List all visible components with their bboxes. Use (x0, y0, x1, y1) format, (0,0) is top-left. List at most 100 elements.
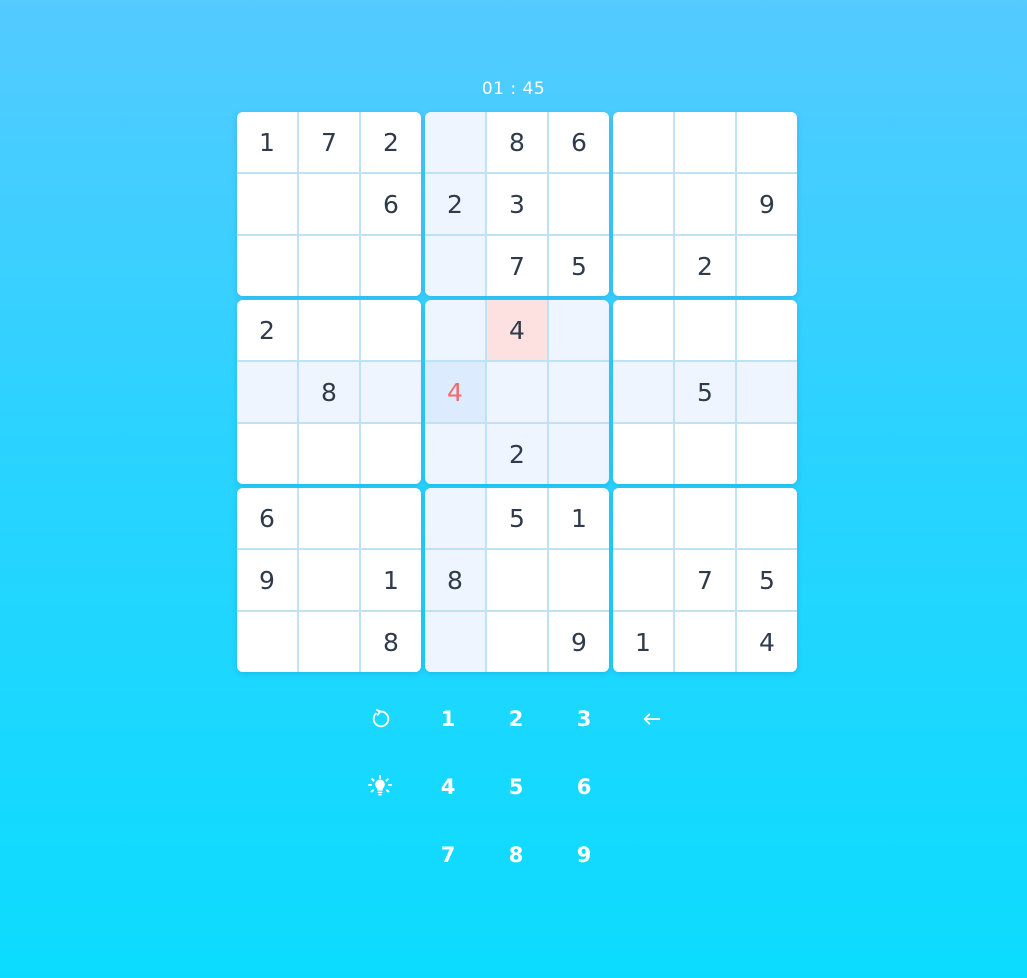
sudoku-cell[interactable]: 9 (737, 174, 797, 234)
sudoku-cell[interactable] (613, 300, 673, 360)
sudoku-cell[interactable] (613, 112, 673, 172)
digit-button-3[interactable]: 3 (559, 694, 609, 744)
sudoku-cell[interactable] (299, 488, 359, 548)
sudoku-cell[interactable]: 2 (675, 236, 735, 296)
sudoku-cell[interactable] (675, 612, 735, 672)
sudoku-cell[interactable] (425, 488, 485, 548)
digit-button-2[interactable]: 2 (491, 694, 541, 744)
sudoku-cell[interactable] (237, 174, 297, 234)
sudoku-cell[interactable]: 1 (613, 612, 673, 672)
sudoku-box: 1726 (237, 112, 421, 296)
sudoku-cell[interactable] (613, 174, 673, 234)
sudoku-cell[interactable] (487, 362, 547, 422)
sudoku-cell[interactable] (361, 236, 421, 296)
digit-button-1[interactable]: 1 (423, 694, 473, 744)
sudoku-cell[interactable] (487, 612, 547, 672)
undo-button[interactable] (355, 694, 405, 744)
sudoku-cell[interactable] (549, 174, 609, 234)
digit-button-4[interactable]: 4 (423, 762, 473, 812)
digit-button-9[interactable]: 9 (559, 830, 609, 880)
sudoku-cell[interactable] (299, 612, 359, 672)
sudoku-cell[interactable] (299, 424, 359, 484)
sudoku-cell[interactable]: 2 (361, 112, 421, 172)
sudoku-box: 51 8 9 (425, 488, 609, 672)
sudoku-cell[interactable] (549, 424, 609, 484)
sudoku-cell[interactable] (237, 362, 297, 422)
sudoku-cell[interactable]: 6 (361, 174, 421, 234)
lightbulb-icon (368, 775, 392, 796)
sudoku-cell[interactable]: 5 (487, 488, 547, 548)
sudoku-box: 28 (237, 300, 421, 484)
sudoku-cell[interactable] (549, 362, 609, 422)
sudoku-cell[interactable] (613, 362, 673, 422)
sudoku-cell[interactable] (425, 112, 485, 172)
sudoku-cell[interactable] (737, 424, 797, 484)
sudoku-cell[interactable] (487, 550, 547, 610)
undo-icon (372, 708, 390, 728)
sudoku-cell[interactable]: 5 (549, 236, 609, 296)
sudoku-cell[interactable] (361, 362, 421, 422)
sudoku-cell[interactable]: 2 (487, 424, 547, 484)
sudoku-cell[interactable]: 4 (487, 300, 547, 360)
erase-button[interactable] (627, 694, 677, 744)
sudoku-cell[interactable] (737, 112, 797, 172)
sudoku-cell[interactable] (613, 488, 673, 548)
sudoku-cell[interactable] (675, 300, 735, 360)
sudoku-cell[interactable]: 8 (299, 362, 359, 422)
sudoku-cell[interactable] (613, 424, 673, 484)
sudoku-cell[interactable]: 9 (549, 612, 609, 672)
backspace-arrow-icon (643, 713, 661, 725)
sudoku-cell[interactable]: 6 (549, 112, 609, 172)
sudoku-cell[interactable] (425, 424, 485, 484)
sudoku-cell[interactable]: 7 (675, 550, 735, 610)
sudoku-cell[interactable]: 2 (237, 300, 297, 360)
sudoku-cell[interactable] (675, 488, 735, 548)
sudoku-cell[interactable] (299, 236, 359, 296)
sudoku-cell[interactable] (237, 236, 297, 296)
sudoku-cell[interactable]: 1 (549, 488, 609, 548)
sudoku-cell[interactable] (613, 236, 673, 296)
sudoku-cell[interactable] (737, 236, 797, 296)
sudoku-cell[interactable] (237, 424, 297, 484)
sudoku-cell[interactable] (737, 300, 797, 360)
sudoku-cell[interactable]: 6 (237, 488, 297, 548)
sudoku-cell[interactable]: 8 (425, 550, 485, 610)
sudoku-cell[interactable]: 4 (425, 362, 485, 422)
digit-button-7[interactable]: 7 (423, 830, 473, 880)
sudoku-cell[interactable] (425, 300, 485, 360)
sudoku-cell[interactable]: 1 (361, 550, 421, 610)
sudoku-cell[interactable] (299, 174, 359, 234)
sudoku-cell[interactable] (425, 236, 485, 296)
sudoku-cell[interactable] (299, 300, 359, 360)
sudoku-box: 75 1 4 (613, 488, 797, 672)
digit-button-8[interactable]: 8 (491, 830, 541, 880)
sudoku-cell[interactable] (299, 550, 359, 610)
sudoku-cell[interactable] (425, 612, 485, 672)
digit-button-6[interactable]: 6 (559, 762, 609, 812)
sudoku-cell[interactable] (361, 300, 421, 360)
sudoku-cell[interactable]: 4 (737, 612, 797, 672)
sudoku-cell[interactable]: 2 (425, 174, 485, 234)
sudoku-cell[interactable]: 5 (675, 362, 735, 422)
sudoku-cell[interactable]: 9 (237, 550, 297, 610)
sudoku-cell[interactable] (361, 424, 421, 484)
sudoku-cell[interactable]: 7 (487, 236, 547, 296)
sudoku-cell[interactable]: 1 (237, 112, 297, 172)
sudoku-cell[interactable]: 8 (487, 112, 547, 172)
digit-button-5[interactable]: 5 (491, 762, 541, 812)
sudoku-cell[interactable] (675, 424, 735, 484)
sudoku-cell[interactable]: 7 (299, 112, 359, 172)
sudoku-cell[interactable] (361, 488, 421, 548)
hint-button[interactable] (355, 762, 405, 812)
sudoku-cell[interactable] (613, 550, 673, 610)
sudoku-cell[interactable] (737, 362, 797, 422)
sudoku-cell[interactable]: 3 (487, 174, 547, 234)
sudoku-cell[interactable] (737, 488, 797, 548)
sudoku-cell[interactable] (549, 300, 609, 360)
sudoku-cell[interactable] (675, 112, 735, 172)
sudoku-cell[interactable] (549, 550, 609, 610)
sudoku-cell[interactable]: 5 (737, 550, 797, 610)
sudoku-cell[interactable]: 8 (361, 612, 421, 672)
sudoku-cell[interactable] (237, 612, 297, 672)
sudoku-cell[interactable] (675, 174, 735, 234)
